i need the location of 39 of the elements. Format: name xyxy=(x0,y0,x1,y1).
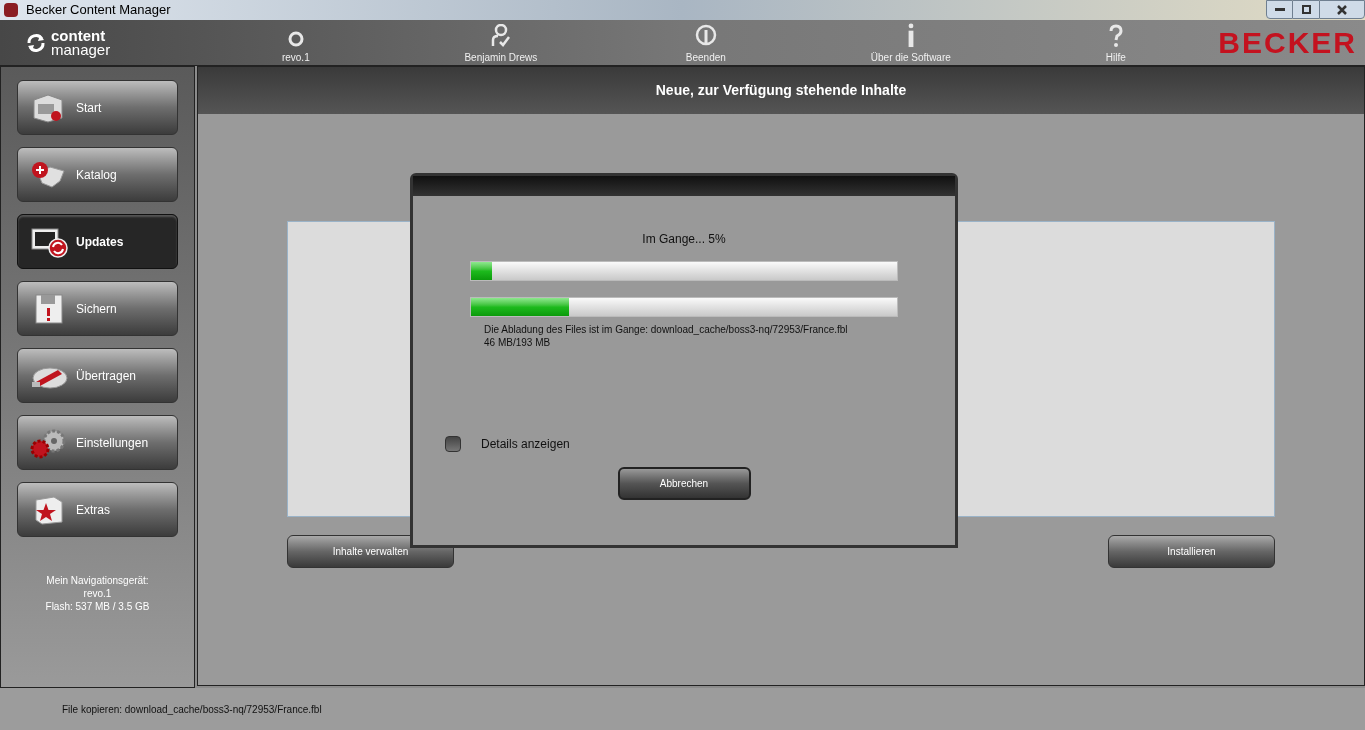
logo-text: content xyxy=(51,28,107,43)
restore-button[interactable] xyxy=(1293,0,1319,19)
download-message: Die Abladung des Files ist im Gange: download_cache/boss3-nq/72953/France.fbl xyxy=(484,323,849,336)
close-icon xyxy=(1337,4,1347,15)
refresh-icon xyxy=(25,31,47,54)
logo-text: manager xyxy=(51,42,111,57)
nav-button[interactable]: Start xyxy=(17,80,178,135)
action-button[interactable]: Installieren xyxy=(1108,535,1275,568)
device-info-text: Flash: 537 MB / 3.5 GB xyxy=(45,600,150,613)
brand-logo: BECKER xyxy=(1218,25,1357,61)
app-icon xyxy=(4,3,18,17)
window-title: Becker Content Manager xyxy=(26,1,171,20)
help-icon xyxy=(1107,24,1124,48)
close-button[interactable] xyxy=(1319,0,1365,19)
details-checkbox[interactable] xyxy=(445,436,461,452)
nav-button[interactable]: Übertragen xyxy=(17,348,178,403)
nav-button[interactable]: Updates xyxy=(17,214,178,269)
device-info-text: Mein Navigationsgerät: xyxy=(46,574,149,587)
progress-status: Im Gange... 5% xyxy=(642,231,726,248)
nav-button[interactable]: Sichern xyxy=(17,281,178,336)
nav-button[interactable]: Einstellungen xyxy=(17,415,178,470)
nav-button[interactable]: Katalog xyxy=(17,147,178,202)
panel-title: Neue, zur Verfügung stehende Inhalte xyxy=(655,81,907,100)
nav-button[interactable]: Extras xyxy=(17,482,178,537)
toolbar-button[interactable]: Hilfe xyxy=(1013,23,1219,65)
toolbar-button[interactable]: Benjamin Drews xyxy=(398,23,604,65)
download-size: 46 MB/193 MB xyxy=(484,336,552,349)
details-label: Details anzeigen xyxy=(481,436,570,453)
user-icon xyxy=(489,24,512,48)
cancel-button[interactable]: Abbrechen xyxy=(617,467,751,500)
power-icon xyxy=(693,24,718,48)
status-text: File kopieren: download_cache/boss3-nq/72953/France.fbl xyxy=(62,702,322,717)
minimize-button[interactable] xyxy=(1266,0,1293,19)
toolbar-button[interactable]: revo.1 xyxy=(193,23,399,65)
monitor-refresh-icon xyxy=(30,225,68,258)
ring-icon xyxy=(286,30,305,48)
device-info-text: revo.1 xyxy=(83,587,112,600)
toolbar-button[interactable]: Über die Software xyxy=(808,23,1014,65)
toolbar-button[interactable]: Beenden xyxy=(603,23,809,65)
